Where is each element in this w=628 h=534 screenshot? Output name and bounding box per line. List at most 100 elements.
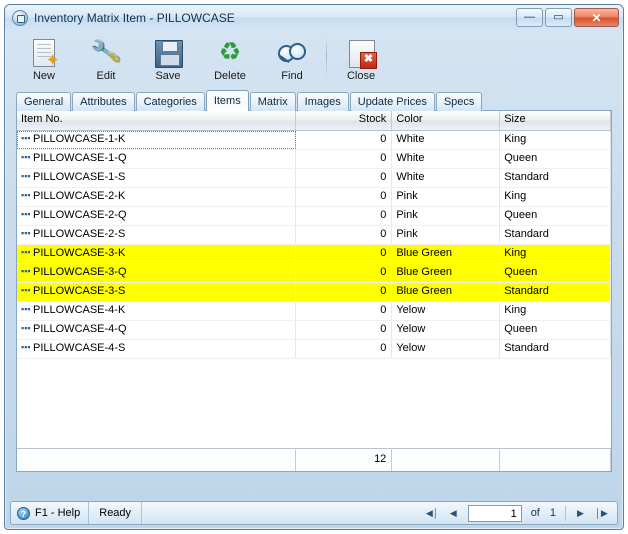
cell-item-no[interactable]: ▪▪▪ PILLOWCASE-1-Q [17,150,297,168]
column-header-size[interactable]: Size [500,111,611,130]
toolbar-label-edit: Edit [96,70,116,82]
cell-stock[interactable]: 0 [296,131,393,149]
cell-item-no[interactable]: ▪▪▪ PILLOWCASE-2-Q [17,207,297,225]
tab-specs[interactable]: Specs [435,92,483,111]
tab-strip: General Attributes Categories Items Matr… [16,89,618,111]
cell-size[interactable]: Standard [500,169,611,187]
footer-stock-total: 12 [296,449,393,471]
table-row[interactable]: ▪▪▪ PILLOWCASE-4-Q 0 Yelow Queen [17,321,611,340]
cell-color[interactable]: Pink [392,188,501,206]
record-navigator: ◀│ ◀ 1 of 1 ▶ │▶ [423,504,617,523]
cell-size[interactable]: Queen [500,264,611,282]
cell-stock[interactable]: 0 [296,340,393,358]
cell-stock[interactable]: 0 [296,321,393,339]
cell-stock[interactable]: 0 [296,226,393,244]
cell-item-no[interactable]: ▪▪▪ PILLOWCASE-3-K [17,245,297,263]
table-row[interactable]: ▪▪▪ PILLOWCASE-4-S 0 Yelow Standard [17,340,611,359]
cell-item-no[interactable]: ▪▪▪ PILLOWCASE-4-S [17,340,297,358]
cell-item-no[interactable]: ▪▪▪ PILLOWCASE-2-K [17,188,297,206]
grid-body: ▪▪▪ PILLOWCASE-1-K 0 White King ▪▪▪ PILLOW… [17,131,611,449]
page-count: 1 [549,507,556,519]
tab-attributes[interactable]: Attributes [72,92,135,111]
cell-item-no[interactable]: ▪▪▪ PILLOWCASE-1-S [17,169,297,187]
tab-update-prices[interactable]: Update Prices [349,92,435,111]
cell-color[interactable]: Blue Green [392,283,501,301]
cell-size[interactable]: King [500,188,611,206]
tab-categories[interactable]: Categories [135,92,205,111]
nav-first-icon[interactable]: ◀│ [423,504,442,523]
cell-color[interactable]: White [392,150,501,168]
cell-color[interactable]: Pink [392,226,501,244]
tab-general[interactable]: General [16,92,72,111]
cell-size[interactable]: Queen [500,150,611,168]
cell-stock[interactable]: 0 [296,207,393,225]
toolbar-button-delete[interactable]: ♻ Delete [202,35,258,82]
page-number-input[interactable]: 1 [467,504,522,522]
cell-item-no[interactable]: ▪▪▪ PILLOWCASE-3-Q [17,264,297,282]
toolbar-button-new[interactable]: ✦ New [16,35,72,82]
column-header-color[interactable]: Color [392,111,501,130]
nav-last-icon[interactable]: │▶ [592,504,611,523]
table-row[interactable]: ▪▪▪ PILLOWCASE-3-S 0 Blue Green Standard [17,283,611,302]
cell-stock[interactable]: 0 [296,169,393,187]
table-row[interactable]: ▪▪▪ PILLOWCASE-3-K 0 Blue Green King [17,245,611,264]
cell-color[interactable]: Pink [392,207,501,225]
cell-stock[interactable]: 0 [296,283,393,301]
cell-item-no[interactable]: ▪▪▪ PILLOWCASE-4-Q [17,321,297,339]
tab-items[interactable]: Items [205,90,249,111]
cell-item-no[interactable]: ▪▪▪ PILLOWCASE-1-K [17,131,297,149]
cell-stock[interactable]: 0 [296,264,393,282]
help-button[interactable]: ? F1 - Help [11,502,90,524]
cell-size[interactable]: Standard [500,340,611,358]
tab-images[interactable]: Images [296,92,349,111]
maximize-button[interactable]: ▭ [545,8,572,27]
table-row[interactable]: ▪▪▪ PILLOWCASE-2-S 0 Pink Standard [17,226,611,245]
cell-item-no[interactable]: ▪▪▪ PILLOWCASE-3-S [17,283,297,301]
close-button[interactable]: ✕ [574,8,619,27]
grid-header-row: Item No. Stock Color Size [17,111,611,131]
cell-size[interactable]: King [500,245,611,263]
cell-size[interactable]: Standard [500,283,611,301]
table-row[interactable]: ▪▪▪ PILLOWCASE-1-S 0 White Standard [17,169,611,188]
cell-color[interactable]: Blue Green [392,264,501,282]
cell-color[interactable]: Yelow [392,302,501,320]
cell-color[interactable]: White [392,131,501,149]
window-title: Inventory Matrix Item - PILLOWCASE [34,11,235,25]
cell-stock[interactable]: 0 [296,150,393,168]
column-header-item-no[interactable]: Item No. [17,111,297,130]
tab-matrix[interactable]: Matrix [249,92,296,111]
toolbar-label-save: Save [155,70,181,82]
minimize-icon: — [524,11,535,23]
table-row[interactable]: ▪▪▪ PILLOWCASE-1-K 0 White King [17,131,611,150]
toolbar-button-edit[interactable]: 🔧 ✎ Edit [78,35,134,82]
table-row[interactable]: ▪▪▪ PILLOWCASE-3-Q 0 Blue Green Queen [17,264,611,283]
cell-size[interactable]: King [500,302,611,320]
cell-color[interactable]: Blue Green [392,245,501,263]
cell-stock[interactable]: 0 [296,245,393,263]
nav-next-icon[interactable]: ▶ [571,504,590,523]
column-header-stock[interactable]: Stock [296,111,393,130]
cell-stock[interactable]: 0 [296,188,393,206]
row-marker-icon: ▪▪▪ [21,152,31,162]
table-row[interactable]: ▪▪▪ PILLOWCASE-1-Q 0 White Queen [17,150,611,169]
cell-item-no[interactable]: ▪▪▪ PILLOWCASE-2-S [17,226,297,244]
cell-stock[interactable]: 0 [296,302,393,320]
toolbar-button-find[interactable]: Find [264,35,320,82]
cell-size[interactable]: Standard [500,226,611,244]
edit-wrench-pencil-icon: 🔧 ✎ [89,36,124,69]
minimize-button[interactable]: — [516,8,543,27]
cell-color[interactable]: White [392,169,501,187]
toolbar-button-save[interactable]: Save [140,35,196,82]
cell-item-no[interactable]: ▪▪▪ PILLOWCASE-4-K [17,302,297,320]
cell-color[interactable]: Yelow [392,340,501,358]
cell-size[interactable]: Queen [500,207,611,225]
table-row[interactable]: ▪▪▪ PILLOWCASE-2-K 0 Pink King [17,188,611,207]
nav-prev-icon[interactable]: ◀ [444,504,463,523]
table-row[interactable]: ▪▪▪ PILLOWCASE-2-Q 0 Pink Queen [17,207,611,226]
cell-size[interactable]: Queen [500,321,611,339]
cell-color[interactable]: Yelow [392,321,501,339]
footer-color [392,449,501,471]
toolbar-button-close[interactable]: ✖ Close [333,35,389,82]
cell-size[interactable]: King [500,131,611,149]
table-row[interactable]: ▪▪▪ PILLOWCASE-4-K 0 Yelow King [17,302,611,321]
